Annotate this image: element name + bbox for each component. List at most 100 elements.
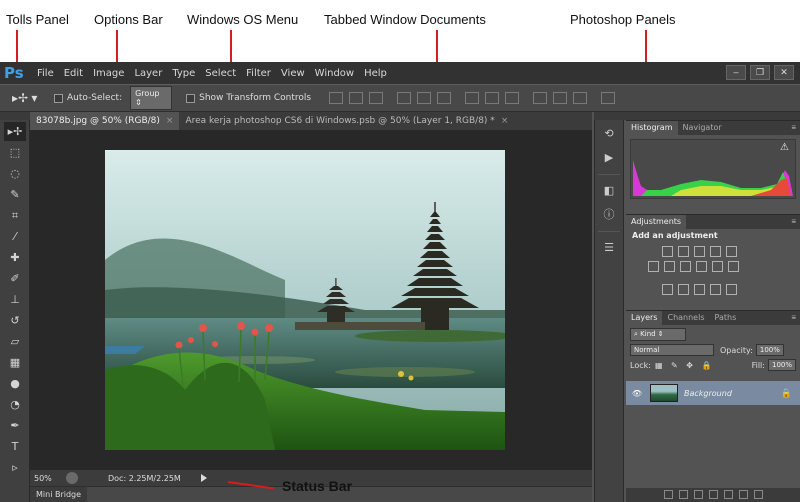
opacity-input[interactable]: 100%	[755, 344, 784, 356]
menu-type[interactable]: Type	[172, 68, 195, 79]
quick-select-tool-icon[interactable]: ✎	[4, 185, 26, 204]
tab-document-2[interactable]: Area kerja photoshop CS6 di Windows.psb …	[179, 112, 514, 130]
layer-name[interactable]: Background	[684, 389, 732, 398]
auto-select-checkbox[interactable]	[54, 93, 63, 103]
black-white-icon[interactable]	[680, 261, 691, 272]
levels-icon[interactable]	[678, 246, 689, 257]
channel-mixer-icon[interactable]	[712, 261, 723, 272]
tab-document-1[interactable]: 83078b.jpg @ 50% (RGB/8) ×	[30, 112, 180, 130]
layer-mask-icon[interactable]	[693, 490, 703, 499]
actions-panel-icon[interactable]: ▶	[598, 148, 620, 168]
history-panel-icon[interactable]: ⟲	[598, 124, 620, 144]
ps-logo[interactable]: Ps	[4, 64, 32, 82]
eraser-tool-icon[interactable]: ▱	[4, 332, 26, 351]
trash-icon[interactable]	[753, 490, 763, 499]
menu-edit[interactable]: Edit	[64, 68, 83, 79]
color-panel-icon[interactable]: ◧	[598, 181, 620, 201]
dodge-tool-icon[interactable]: ◔	[4, 395, 26, 414]
eye-icon[interactable]: 👁	[630, 389, 644, 398]
tab-paths[interactable]: Paths	[710, 311, 742, 325]
invert-icon[interactable]	[662, 284, 673, 295]
distribute-vcenter-icon[interactable]	[485, 92, 500, 104]
mini-bridge-tab[interactable]: Mini Bridge	[30, 487, 88, 502]
panel-menu-icon[interactable]: ≡	[791, 313, 796, 322]
tab-channels[interactable]: Channels	[662, 311, 709, 325]
group-folder-icon[interactable]	[723, 490, 733, 499]
link-layers-icon[interactable]	[663, 490, 673, 499]
toolbar-collapse-strip[interactable]	[0, 112, 30, 120]
history-brush-icon[interactable]: ↺	[4, 311, 26, 330]
curves-icon[interactable]	[694, 246, 705, 257]
exposure-icon[interactable]	[710, 246, 721, 257]
align-hcenter-icon[interactable]	[417, 92, 432, 104]
properties-panel-icon[interactable]: ☰	[598, 238, 620, 258]
threshold-icon[interactable]	[694, 284, 705, 295]
minimize-button[interactable]: –	[726, 65, 746, 80]
distribute-top-icon[interactable]	[465, 92, 480, 104]
move-tool-icon[interactable]: ▸✢	[4, 122, 26, 141]
lasso-tool-icon[interactable]: ◌	[4, 164, 26, 183]
blur-tool-icon[interactable]: ●	[4, 374, 26, 393]
menu-window[interactable]: Window	[315, 68, 354, 79]
pen-tool-icon[interactable]: ✒	[4, 416, 26, 435]
eyedropper-tool-icon[interactable]: ⁄	[4, 227, 26, 246]
adjustment-layer-icon[interactable]	[708, 490, 718, 499]
brush-tool-icon[interactable]: ✐	[4, 269, 26, 288]
close-button[interactable]: ✕	[774, 65, 794, 80]
align-left-icon[interactable]	[397, 92, 412, 104]
panel-menu-icon[interactable]: ≡	[791, 123, 796, 132]
posterize-icon[interactable]	[678, 284, 689, 295]
layer-row-background[interactable]: 👁 Background 🔒	[626, 381, 800, 405]
color-lookup-icon[interactable]	[728, 261, 739, 272]
lock-icons[interactable]: ▦ ✎ ✥ 🔒	[655, 361, 715, 370]
blend-mode-select[interactable]: Normal	[630, 344, 714, 356]
fill-input[interactable]: 100%	[767, 359, 796, 371]
menu-file[interactable]: File	[37, 68, 54, 79]
align-bottom-icon[interactable]	[369, 92, 384, 104]
kind-filter-select[interactable]: ⌕ Kind ⇕	[630, 328, 686, 341]
auto-align-icon[interactable]	[601, 92, 616, 104]
tab-adjustments[interactable]: Adjustments	[626, 215, 687, 229]
tab-navigator[interactable]: Navigator	[678, 121, 727, 135]
vibrance-icon[interactable]	[726, 246, 737, 257]
auto-select-target-select[interactable]: Group ⇕	[130, 86, 173, 110]
path-select-tool-icon[interactable]: ▹	[4, 458, 26, 477]
selective-color-icon[interactable]	[726, 284, 737, 295]
color-balance-icon[interactable]	[664, 261, 675, 272]
align-right-icon[interactable]	[437, 92, 452, 104]
close-icon[interactable]: ×	[501, 116, 509, 126]
info-panel-icon[interactable]: ⓘ	[598, 205, 620, 225]
panels-collapse-strip[interactable]	[594, 112, 800, 120]
menu-image[interactable]: Image	[93, 68, 124, 79]
menu-help[interactable]: Help	[364, 68, 387, 79]
show-transform-option[interactable]: Show Transform Controls	[186, 93, 311, 103]
menu-filter[interactable]: Filter	[246, 68, 271, 79]
marquee-tool-icon[interactable]: ⬚	[4, 143, 26, 162]
healing-tool-icon[interactable]: ✚	[4, 248, 26, 267]
tab-histogram[interactable]: Histogram	[626, 121, 678, 135]
restore-button[interactable]: ❐	[750, 65, 770, 80]
stamp-tool-icon[interactable]: ⊥	[4, 290, 26, 309]
menu-layer[interactable]: Layer	[134, 68, 162, 79]
new-layer-icon[interactable]	[738, 490, 748, 499]
gradient-tool-icon[interactable]: ▦	[4, 353, 26, 372]
status-menu-arrow-icon[interactable]	[200, 474, 207, 482]
move-tool-icon[interactable]: ▸✢ ▾	[12, 88, 46, 108]
distribute-bottom-icon[interactable]	[505, 92, 520, 104]
brightness-icon[interactable]	[662, 246, 673, 257]
menu-select[interactable]: Select	[205, 68, 236, 79]
auto-select-option[interactable]: Auto-Select:	[54, 93, 122, 103]
hue-sat-icon[interactable]	[648, 261, 659, 272]
tab-layers[interactable]: Layers	[626, 311, 663, 325]
menu-view[interactable]: View	[281, 68, 305, 79]
align-top-icon[interactable]	[329, 92, 344, 104]
crop-tool-icon[interactable]: ⌗	[4, 206, 26, 225]
distribute-right-icon[interactable]	[573, 92, 588, 104]
zoom-level[interactable]: 50%	[30, 474, 66, 483]
distribute-hcenter-icon[interactable]	[553, 92, 568, 104]
layer-style-icon[interactable]	[678, 490, 688, 499]
photo-filter-icon[interactable]	[696, 261, 707, 272]
show-transform-checkbox[interactable]	[186, 93, 196, 103]
close-icon[interactable]: ×	[166, 116, 174, 126]
gradient-map-icon[interactable]	[710, 284, 721, 295]
